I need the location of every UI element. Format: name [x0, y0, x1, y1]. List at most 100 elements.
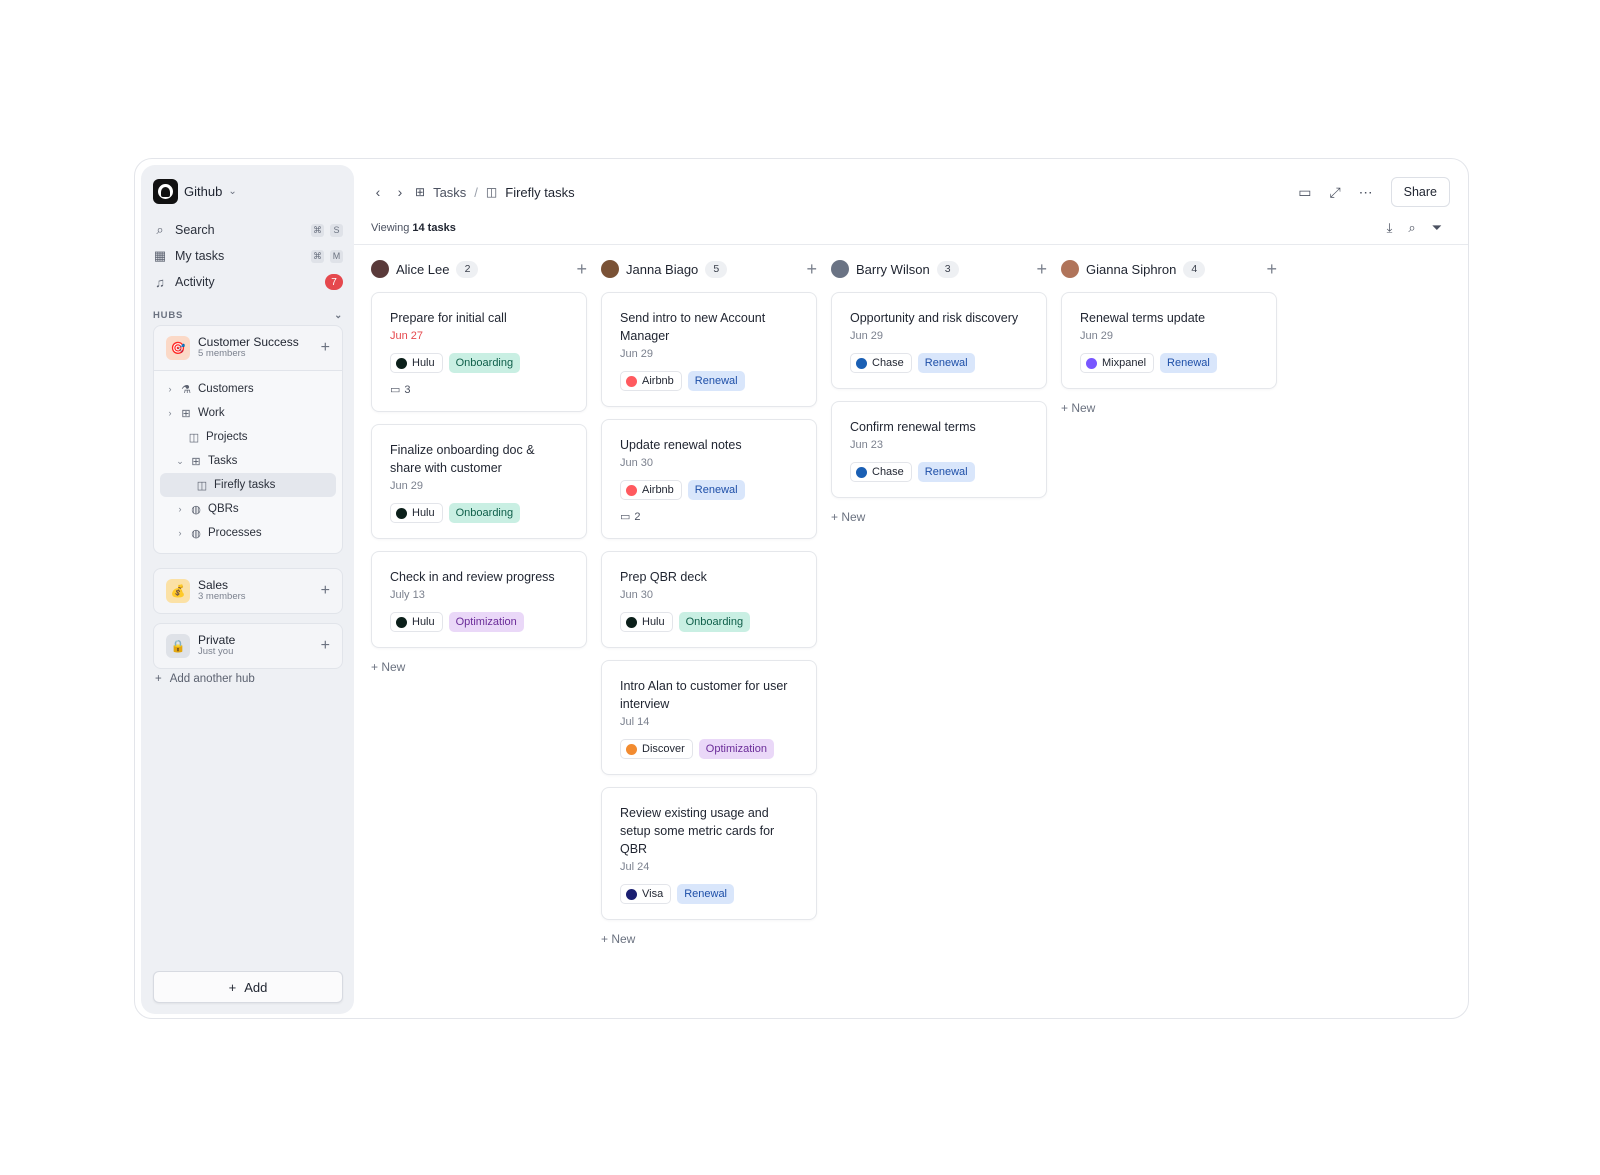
- stage-tag[interactable]: Onboarding: [448, 503, 521, 523]
- company-chip[interactable]: Airbnb: [620, 371, 682, 391]
- company-chip[interactable]: Visa: [620, 884, 672, 904]
- company-chip[interactable]: Hulu: [390, 503, 443, 523]
- task-card[interactable]: Intro Alan to customer for user intervie…: [601, 660, 817, 775]
- task-card[interactable]: Finalize onboarding doc & share with cus…: [371, 424, 587, 539]
- tree-item-tasks[interactable]: ⌄ ⊞ Tasks: [160, 449, 336, 473]
- share-button[interactable]: Share: [1390, 177, 1450, 207]
- avatar: [601, 260, 619, 278]
- add-to-hub-plus-icon[interactable]: +: [321, 339, 330, 357]
- table-icon: ⊞: [181, 407, 191, 420]
- tree-item-firefly-tasks[interactable]: ◫ Firefly tasks: [160, 473, 336, 497]
- stage-tag[interactable]: Renewal: [1160, 353, 1217, 373]
- task-card[interactable]: Prepare for initial call Jun 27 Hulu Onboar…: [371, 292, 587, 412]
- stage-tag[interactable]: Optimization: [698, 739, 774, 759]
- search-icon: ⌕: [156, 222, 164, 237]
- company-chip[interactable]: Discover: [620, 739, 693, 759]
- board-column: Gianna Siphron 4 + Renewal terms update Jun …: [1061, 257, 1277, 415]
- tree-label: QBRs: [208, 503, 239, 515]
- stage-tag[interactable]: Optimization: [448, 612, 524, 632]
- column-count-badge: 2: [456, 260, 479, 278]
- nav-activity[interactable]: ♫ Activity 7: [153, 271, 343, 293]
- tree-item-processes[interactable]: › ◍ Processes: [160, 521, 336, 545]
- hub-header[interactable]: 🔒 Private Just you +: [154, 624, 342, 668]
- company-chip[interactable]: Mixpanel: [1080, 353, 1155, 373]
- stage-tag[interactable]: Renewal: [687, 480, 745, 500]
- stage-tag[interactable]: Onboarding: [448, 353, 521, 373]
- task-title: Finalize onboarding doc & share with cus…: [390, 443, 535, 475]
- add-to-hub-plus-icon[interactable]: +: [321, 637, 330, 655]
- viewing-label: Viewing 14 tasks: [371, 222, 456, 234]
- stage-tag[interactable]: Renewal: [687, 371, 745, 391]
- hub-header[interactable]: 💰 Sales 3 members +: [154, 569, 342, 613]
- company-logo-icon: [396, 357, 407, 369]
- new-card-link[interactable]: + New: [601, 932, 817, 946]
- stage-tag[interactable]: Renewal: [677, 884, 735, 904]
- task-card[interactable]: Check in and review progress July 13 Hulu O…: [371, 551, 587, 648]
- stage-tag[interactable]: Onboarding: [678, 612, 751, 632]
- add-button[interactable]: + Add: [153, 971, 343, 1003]
- add-another-hub[interactable]: + Add another hub: [155, 673, 255, 685]
- company-logo-icon: [396, 507, 407, 519]
- stage-tag[interactable]: Renewal: [917, 353, 975, 373]
- target-icon: 🎯: [166, 336, 190, 360]
- breadcrumb-tasks[interactable]: Tasks: [433, 185, 466, 200]
- add-to-hub-plus-icon[interactable]: +: [321, 582, 330, 600]
- task-card[interactable]: Renewal terms update Jun 29 Mixpanel Renewa…: [1061, 292, 1277, 389]
- task-card[interactable]: Send intro to new Account Manager Jun 29 A…: [601, 292, 817, 407]
- chevron-right-icon: ›: [168, 384, 172, 394]
- tree-item-projects[interactable]: ◫ Projects: [160, 425, 336, 449]
- hub-header[interactable]: 🎯 Customer Success 5 members +: [154, 326, 342, 370]
- task-card[interactable]: Opportunity and risk discovery Jun 29 Chas…: [831, 292, 1047, 389]
- tree-item-customers[interactable]: › ⚗ Customers: [160, 377, 336, 401]
- company-chip[interactable]: Airbnb: [620, 480, 682, 500]
- new-card-link[interactable]: + New: [1061, 401, 1277, 415]
- task-card[interactable]: Update renewal notes Jun 30 Airbnb Renewal ▭…: [601, 419, 817, 539]
- task-chips: Airbnb Renewal: [620, 371, 798, 391]
- task-card[interactable]: Prep QBR deck Jun 30 Hulu Onboarding: [601, 551, 817, 648]
- search-icon[interactable]: ⌕: [1408, 220, 1415, 236]
- expand-icon[interactable]: ⤢: [1329, 184, 1340, 201]
- tree-item-qbrs[interactable]: › ◍ QBRs: [160, 497, 336, 521]
- back-arrow-icon[interactable]: ‹: [371, 184, 385, 200]
- comment-count[interactable]: ▭ 2: [620, 510, 798, 524]
- comment-count[interactable]: ▭ 3: [390, 383, 568, 397]
- column-header: Gianna Siphron 4 +: [1061, 257, 1277, 281]
- column-header: Barry Wilson 3 +: [831, 257, 1047, 281]
- add-card-plus-icon[interactable]: +: [806, 259, 817, 280]
- new-card-link[interactable]: + New: [371, 660, 587, 674]
- download-icon[interactable]: ⤓: [1387, 220, 1393, 236]
- more-icon[interactable]: ⋯: [1359, 184, 1373, 201]
- add-card-plus-icon[interactable]: +: [1036, 259, 1047, 280]
- task-card[interactable]: Confirm renewal terms Jun 23 Chase Renewal: [831, 401, 1047, 498]
- nav-my-tasks[interactable]: ▦ My tasks ⌘ M: [153, 245, 343, 267]
- company-chip[interactable]: Chase: [850, 462, 912, 482]
- hub-customer-success: 🎯 Customer Success 5 members + › ⚗ Custo…: [153, 325, 343, 554]
- company-name: Visa: [642, 888, 664, 900]
- tree-label: Work: [198, 407, 225, 419]
- nav-search-label: Search: [175, 223, 215, 237]
- stage-tag[interactable]: Renewal: [917, 462, 975, 482]
- board-column: Barry Wilson 3 + Opportunity and risk disco…: [831, 257, 1047, 524]
- add-card-plus-icon[interactable]: +: [1266, 259, 1277, 280]
- filter-icon[interactable]: ⏷: [1432, 220, 1442, 236]
- add-button-label: Add: [244, 979, 268, 995]
- company-chip[interactable]: Hulu: [390, 612, 443, 632]
- task-title: Prepare for initial call: [390, 311, 507, 325]
- task-title: Confirm renewal terms: [850, 420, 976, 434]
- forward-arrow-icon[interactable]: ›: [393, 184, 407, 200]
- workspace-switcher[interactable]: Github ⌄: [153, 177, 237, 205]
- hubs-section-header[interactable]: HUBS ⌄: [153, 310, 343, 321]
- company-name: Mixpanel: [1102, 357, 1147, 369]
- tree-item-work[interactable]: › ⊞ Work: [160, 401, 336, 425]
- add-card-plus-icon[interactable]: +: [576, 259, 587, 280]
- company-chip[interactable]: Hulu: [390, 353, 443, 373]
- new-card-link[interactable]: + New: [831, 510, 1047, 524]
- company-chip[interactable]: Chase: [850, 353, 912, 373]
- nav-search[interactable]: ⌕ Search ⌘ S: [153, 219, 343, 241]
- task-card[interactable]: Review existing usage and setup some met…: [601, 787, 817, 920]
- task-due-date: Jun 29: [620, 348, 654, 360]
- comment-icon[interactable]: ▭: [1298, 184, 1311, 201]
- company-chip[interactable]: Hulu: [620, 612, 673, 632]
- search-shortcut: ⌘ S: [311, 223, 343, 237]
- hub-members: Just you: [198, 646, 234, 658]
